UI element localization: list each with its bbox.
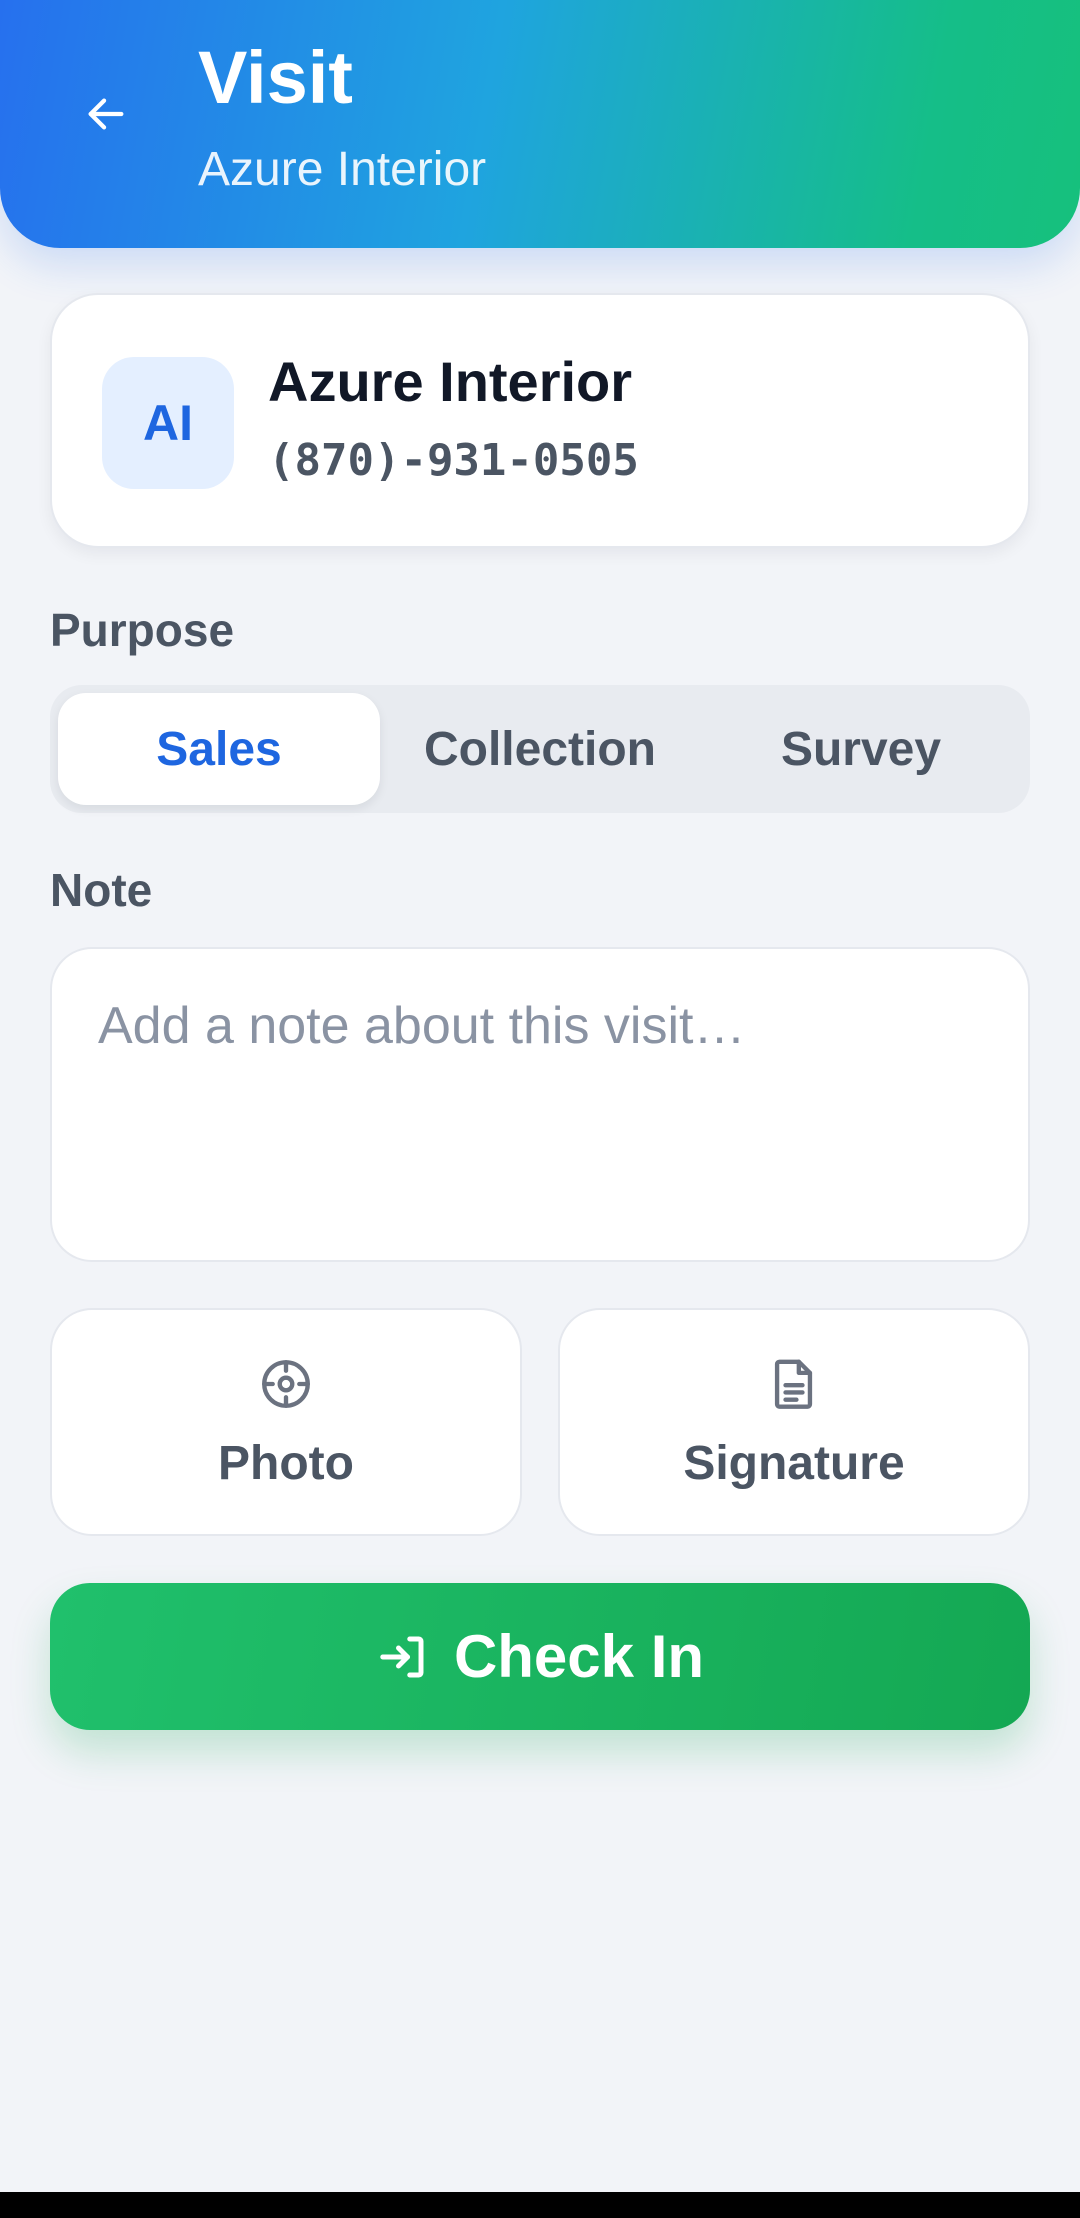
system-navigation-bar — [0, 2192, 1080, 2218]
check-in-label: Check In — [453, 1622, 705, 1690]
purpose-option-collection[interactable]: Collection — [379, 693, 701, 805]
purpose-option-sales[interactable]: Sales — [58, 693, 380, 805]
customer-name: Azure Interior — [268, 350, 633, 413]
page-subtitle: Azure Interior — [198, 143, 487, 196]
arrow-left-icon — [88, 98, 124, 130]
purpose-label: Purpose — [50, 604, 235, 656]
photo-button[interactable]: Photo — [50, 1308, 522, 1536]
header: Visit Azure Interior — [0, 0, 1080, 248]
signature-button[interactable]: Signature — [558, 1308, 1030, 1536]
purpose-option-survey[interactable]: Survey — [700, 693, 1022, 805]
page-title: Visit — [198, 36, 353, 119]
purpose-segmented-control: Sales Collection Survey — [50, 685, 1030, 813]
login-icon — [380, 1636, 424, 1677]
customer-card: AI Azure Interior (870)-931-0505 — [50, 293, 1030, 548]
back-button[interactable] — [70, 78, 142, 150]
check-in-button[interactable]: Check In — [50, 1583, 1030, 1730]
avatar: AI — [102, 357, 234, 489]
document-icon — [764, 1354, 824, 1414]
note-field-container — [50, 947, 1030, 1262]
note-input[interactable] — [52, 949, 1028, 1260]
signature-label: Signature — [683, 1437, 905, 1490]
customer-phone: (870)-931-0505 — [268, 435, 639, 486]
note-label: Note — [50, 864, 153, 916]
photo-label: Photo — [218, 1437, 354, 1490]
crosshair-icon — [256, 1354, 316, 1414]
visit-screen: Visit Azure Interior AI Azure Interior (… — [0, 0, 1080, 2218]
